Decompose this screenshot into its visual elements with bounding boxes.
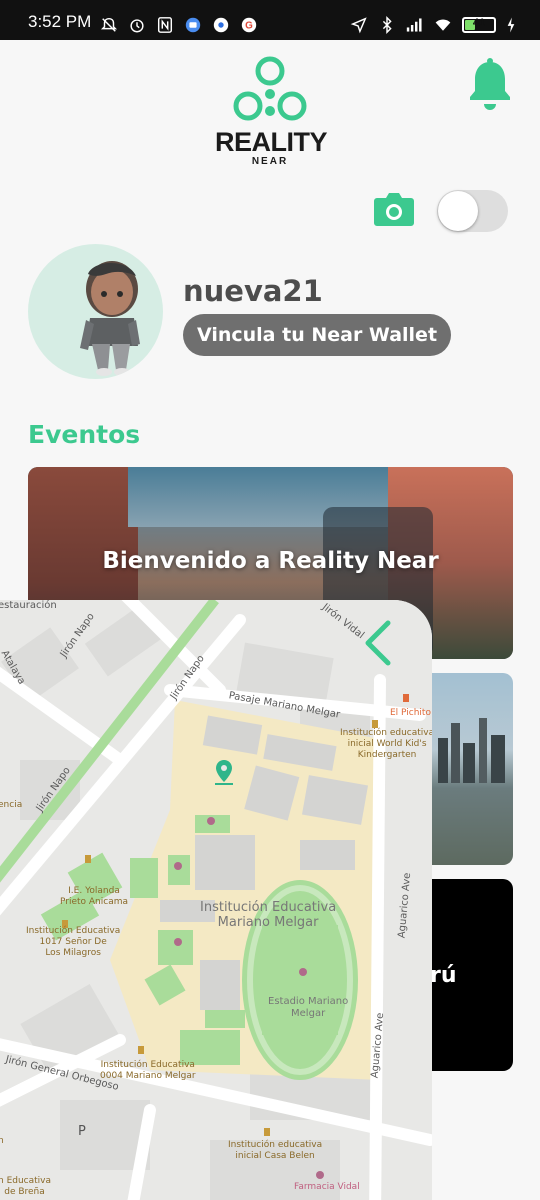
charging-icon xyxy=(507,17,515,33)
map-panel[interactable]: estauración Jirón Napo Jirón Vidal Atala… xyxy=(0,600,432,1200)
map-label: Institución Educativa Mariano Melgar xyxy=(200,900,337,930)
app-icon xyxy=(213,17,229,33)
location-icon xyxy=(350,17,367,34)
event-card-title: Bienvenido a Reality Near xyxy=(102,548,439,574)
city-skyline xyxy=(438,718,505,783)
nfc-icon xyxy=(157,17,173,33)
messages-icon xyxy=(185,17,201,33)
ar-mode-toggle[interactable] xyxy=(437,190,508,232)
map-label: Estadio Mariano Melgar xyxy=(268,996,349,1019)
map-label: Institución educativa inicial Casa Belen xyxy=(228,1140,323,1161)
avatar[interactable] xyxy=(28,244,163,379)
app-logo: REALITY NEAR xyxy=(215,56,328,168)
google-icon: G xyxy=(241,17,257,33)
toggle-knob xyxy=(438,191,478,231)
bluetooth-icon xyxy=(382,16,392,34)
status-bar: 3:52 PM G 41 xyxy=(0,0,540,40)
logo-mark-icon xyxy=(233,56,307,121)
logo-subtitle: NEAR xyxy=(251,156,289,167)
link-wallet-button[interactable]: Vincula tu Near Wallet xyxy=(183,314,451,356)
map-label: estauración xyxy=(0,600,57,611)
collapse-map-chevron-icon[interactable] xyxy=(362,620,392,666)
map-label: encia xyxy=(0,800,23,810)
events-heading: Eventos xyxy=(28,420,141,449)
battery-icon: 41 xyxy=(462,17,496,33)
mute-icon xyxy=(100,17,118,32)
event-card-title: rú xyxy=(430,963,457,988)
username: nueva21 xyxy=(183,274,323,308)
map-label: Farmacia Vidal xyxy=(294,1182,360,1192)
logo-title: REALITY xyxy=(215,127,328,157)
wifi-icon xyxy=(435,19,451,31)
signal-icon xyxy=(406,18,422,32)
battery-level: 41 xyxy=(472,17,486,29)
map-label: n Educativa de Breña xyxy=(0,1176,52,1197)
map-label: Institución Educativa 1017 Señor De Los … xyxy=(26,926,121,958)
status-right-icons: 41 xyxy=(350,14,516,36)
map-label: El Pichito xyxy=(390,708,431,718)
map-label: P xyxy=(78,1124,86,1139)
alarm-icon xyxy=(130,19,144,33)
status-time: 3:52 PM xyxy=(28,12,92,31)
map-label: I.E. Yolanda Prieto Anicama xyxy=(60,886,129,907)
status-left-icons: G xyxy=(100,14,258,36)
notification-bell-icon[interactable] xyxy=(468,58,512,110)
svg-text:G: G xyxy=(245,21,253,32)
map-label: Institución Educativa 0004 Mariano Melga… xyxy=(100,1060,196,1081)
camera-icon[interactable] xyxy=(373,190,415,228)
map-label: Institución educativa inicial World Kid'… xyxy=(340,728,432,760)
map-label: n xyxy=(0,1136,4,1146)
avatar-figure xyxy=(80,261,140,376)
